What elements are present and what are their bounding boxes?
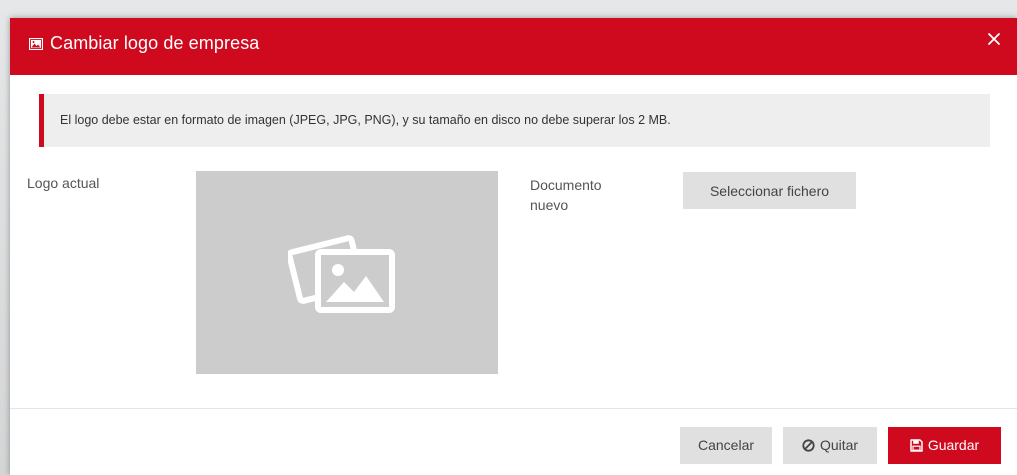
ban-icon xyxy=(802,439,815,452)
new-document-label: Documento nuevo xyxy=(530,177,602,213)
cancel-button[interactable]: Cancelar xyxy=(680,427,772,464)
save-button[interactable]: Guardar xyxy=(888,427,1001,464)
save-button-label: Guardar xyxy=(927,437,980,453)
close-icon[interactable] xyxy=(985,30,1003,48)
images-icon xyxy=(288,235,395,313)
alert-text: El logo debe estar en formato de imagen … xyxy=(60,113,671,127)
cancel-button-label: Cancelar xyxy=(697,437,755,453)
floppy-disk-icon xyxy=(910,439,923,452)
remove-button[interactable]: Quitar xyxy=(783,427,877,464)
select-file-button[interactable]: Seleccionar fichero xyxy=(683,172,856,209)
current-logo-label: Logo actual xyxy=(27,175,100,191)
dialog-header: Cambiar logo de empresa xyxy=(10,18,1017,75)
footer-divider xyxy=(10,408,1017,409)
current-logo-preview xyxy=(196,171,498,374)
dialog-title: Cambiar logo de empresa xyxy=(50,33,260,53)
format-info-alert: El logo debe estar en formato de imagen … xyxy=(39,94,990,147)
remove-button-label: Quitar xyxy=(819,437,859,453)
image-icon xyxy=(29,38,43,50)
change-logo-dialog: Cambiar logo de empresa El logo debe est… xyxy=(10,18,1017,475)
